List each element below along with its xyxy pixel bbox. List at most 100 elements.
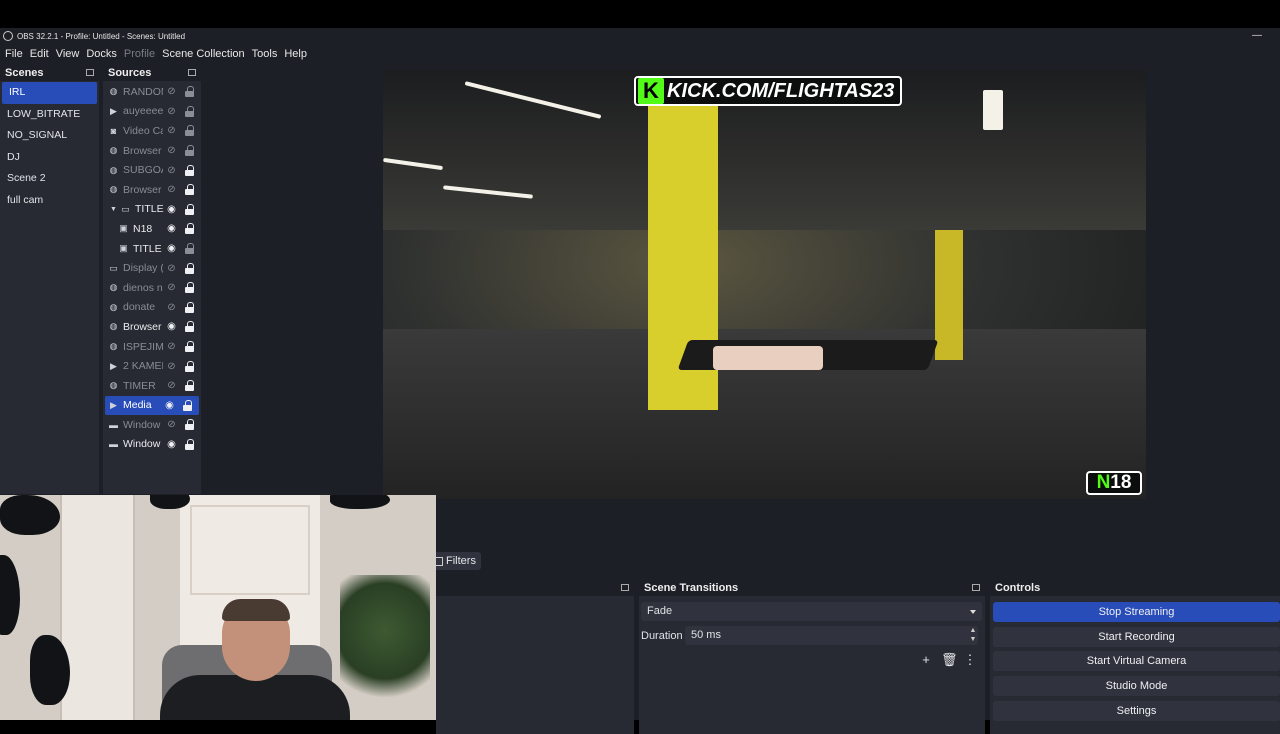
menu-tools[interactable]: Tools [252, 48, 278, 60]
settings-button[interactable]: Settings [993, 701, 1280, 721]
source-item[interactable]: ◍ Browser ⊘ [103, 141, 201, 161]
eye-icon[interactable]: ◉ [166, 204, 177, 215]
stop-streaming-button[interactable]: Stop Streaming [993, 602, 1280, 622]
add-icon[interactable]: + [919, 652, 933, 668]
eye-hidden-icon[interactable]: ⊘ [166, 125, 177, 136]
dock-float-icon[interactable] [621, 584, 629, 591]
menu-profile[interactable]: Profile [124, 48, 155, 60]
lock-icon[interactable] [183, 399, 192, 411]
eye-hidden-icon[interactable]: ⊘ [166, 184, 177, 195]
eye-hidden-icon[interactable]: ⊘ [166, 341, 177, 352]
source-item[interactable]: ▣ TITLE ◉ [103, 239, 201, 259]
scene-item-irl[interactable]: IRL [2, 82, 97, 104]
sources-title: Sources [108, 66, 152, 79]
dock-float-icon[interactable] [86, 69, 94, 76]
source-item[interactable]: ◍ TIMER ⊘ [103, 376, 201, 396]
eye-hidden-icon[interactable]: ⊘ [166, 263, 177, 274]
globe-icon: ◍ [109, 184, 118, 195]
source-item[interactable]: ◍ donate ⊘ [103, 298, 201, 318]
menu-edit[interactable]: Edit [30, 48, 49, 60]
menu-file[interactable]: File [5, 48, 23, 60]
menu-view[interactable]: View [56, 48, 80, 60]
lock-icon[interactable] [185, 223, 194, 235]
studio-mode-button[interactable]: Studio Mode [993, 676, 1280, 696]
scene-item-dj[interactable]: DJ [0, 147, 99, 169]
more-vertical-icon[interactable]: ⋮ [963, 652, 977, 668]
lock-icon[interactable] [185, 321, 194, 333]
source-item[interactable]: ▬ Window ⊘ [103, 415, 201, 435]
lock-icon[interactable] [185, 438, 194, 450]
globe-icon: ◍ [109, 164, 118, 175]
source-item[interactable]: ◙ Video Ca ⊘ [103, 121, 201, 141]
source-item[interactable]: ◍ dienos n ⊘ [103, 278, 201, 298]
source-item[interactable]: ▶ 2 KAMEF⊘ [103, 356, 201, 376]
scenes-title: Scenes [5, 66, 44, 79]
lock-icon[interactable] [185, 341, 194, 353]
lock-icon[interactable] [185, 184, 194, 196]
spin-down-icon[interactable]: ▼ [969, 635, 977, 644]
expand-caret-icon[interactable]: ▼ [108, 204, 119, 215]
window-icon: ▬ [109, 439, 118, 450]
dock-float-icon[interactable] [188, 69, 196, 76]
lock-icon[interactable] [185, 145, 194, 157]
eye-icon[interactable]: ◉ [166, 439, 177, 450]
source-item[interactable]: ▬ Window ◉ [103, 435, 201, 455]
lock-icon[interactable] [185, 282, 194, 294]
lock-icon[interactable] [185, 243, 194, 255]
source-item[interactable]: ◍ Browser ⊘ [103, 180, 201, 200]
eye-hidden-icon[interactable]: ⊘ [166, 380, 177, 391]
source-item[interactable]: ◍ RANDOM⊘ [103, 82, 201, 102]
menu-docks[interactable]: Docks [86, 48, 117, 60]
eye-icon[interactable]: ◉ [164, 400, 175, 411]
globe-icon: ◍ [109, 86, 118, 97]
source-item[interactable]: ▣ N18 ◉ [103, 219, 201, 239]
menu-scene-collection[interactable]: Scene Collection [162, 48, 245, 60]
duration-input[interactable]: 50 ms [685, 626, 978, 645]
eye-hidden-icon[interactable]: ⊘ [166, 282, 177, 293]
minimize-icon[interactable]: — [1252, 30, 1262, 41]
dock-float-icon[interactable] [972, 584, 980, 591]
transition-select[interactable]: Fade [641, 602, 982, 621]
source-item[interactable]: ▶ Media ◉ [105, 395, 199, 416]
eye-icon[interactable]: ◉ [166, 223, 177, 234]
eye-hidden-icon[interactable]: ⊘ [166, 86, 177, 97]
spin-up-icon[interactable]: ▲ [969, 626, 977, 635]
scene-item-no-signal[interactable]: NO_SIGNAL [0, 125, 99, 147]
lock-icon[interactable] [185, 360, 194, 372]
lock-icon[interactable] [185, 125, 194, 137]
eye-hidden-icon[interactable]: ⊘ [166, 361, 177, 372]
source-item[interactable]: ◍ ISPEJIMA⊘ [103, 337, 201, 357]
start-virtual-camera-button[interactable]: Start Virtual Camera [993, 651, 1280, 671]
filters-button[interactable]: Filters [430, 552, 481, 570]
lock-icon[interactable] [185, 164, 194, 176]
program-preview[interactable]: K KICK.COM/FLIGHTAS23 N18 [383, 70, 1146, 499]
lock-icon[interactable] [185, 419, 194, 431]
lock-icon[interactable] [185, 301, 194, 313]
source-item[interactable]: ▶ auyeeee ⊘ [103, 102, 201, 122]
lock-icon[interactable] [185, 203, 194, 215]
lock-icon[interactable] [185, 86, 194, 98]
scene-item-scene-2[interactable]: Scene 2 [0, 168, 99, 190]
source-item[interactable]: ▼ ▭ TITLE ◉ [103, 200, 201, 220]
eye-hidden-icon[interactable]: ⊘ [166, 419, 177, 430]
eye-hidden-icon[interactable]: ⊘ [166, 145, 177, 156]
eye-hidden-icon[interactable]: ⊘ [166, 165, 177, 176]
source-item[interactable]: ◍ Browser ◉ [103, 317, 201, 337]
scene-item-full-cam[interactable]: full cam [0, 190, 99, 212]
eye-hidden-icon[interactable]: ⊘ [166, 302, 177, 313]
eye-icon[interactable]: ◉ [166, 243, 177, 254]
lock-icon[interactable] [185, 262, 194, 274]
trash-icon[interactable]: 🗑 [941, 652, 958, 668]
lock-icon[interactable] [185, 105, 194, 117]
source-name: ISPEJIMA [123, 340, 163, 353]
menu-help[interactable]: Help [284, 48, 307, 60]
source-item[interactable]: ◍ SUBGOA⊘ [103, 160, 201, 180]
scene-item-low-bitrate[interactable]: LOW_BITRATE [0, 104, 99, 126]
eye-icon[interactable]: ◉ [166, 321, 177, 332]
source-item[interactable]: ▭ Display (⊘ [103, 258, 201, 278]
lock-icon[interactable] [185, 380, 194, 392]
duration-spinner[interactable]: ▲ ▼ [969, 626, 977, 645]
eye-hidden-icon[interactable]: ⊘ [166, 106, 177, 117]
start-recording-button[interactable]: Start Recording [993, 627, 1280, 647]
source-name: Window [123, 438, 161, 451]
